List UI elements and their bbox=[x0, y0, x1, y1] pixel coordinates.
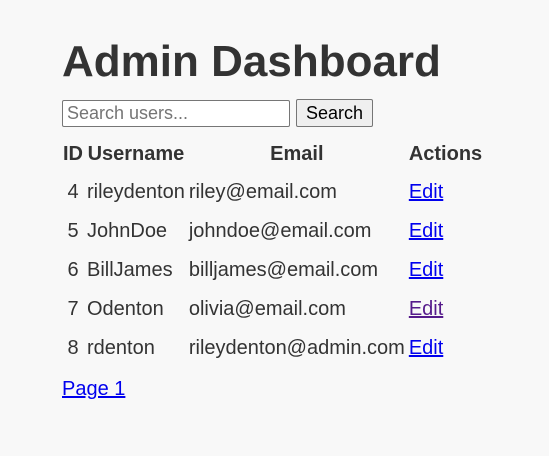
user-username: rdenton bbox=[87, 337, 155, 359]
user-actions: Edit bbox=[408, 174, 483, 211]
edit-user-link[interactable]: Edit bbox=[409, 337, 443, 359]
table-row: 7 Odenton olivia@email.com Edit bbox=[62, 291, 483, 328]
edit-user-link[interactable]: Edit bbox=[409, 181, 443, 203]
user-id: 8 bbox=[67, 337, 79, 359]
page-link[interactable]: Page 1 bbox=[62, 378, 125, 400]
user-id: 6 bbox=[67, 259, 79, 281]
user-email: rileydenton@admin.com bbox=[188, 337, 405, 359]
user-actions: Edit bbox=[408, 330, 483, 367]
column-header-email: Email bbox=[270, 143, 324, 165]
column-header-actions: Actions bbox=[408, 143, 483, 165]
column-header-username: Username bbox=[87, 143, 185, 165]
user-username: Odenton bbox=[87, 298, 164, 320]
table-row: 4 rileydenton riley@email.com Edit bbox=[62, 174, 483, 211]
user-id: 7 bbox=[67, 298, 79, 320]
user-username: BillJames bbox=[87, 259, 173, 281]
user-email: riley@email.com bbox=[188, 181, 337, 203]
user-email: olivia@email.com bbox=[188, 298, 346, 320]
dashboard-container: Admin Dashboard Search ID Username Email… bbox=[62, 38, 485, 401]
column-header-id: ID bbox=[63, 143, 83, 165]
search-bar: Search bbox=[62, 99, 485, 127]
user-actions: Edit bbox=[408, 291, 483, 328]
search-button[interactable]: Search bbox=[296, 99, 374, 127]
table-header-row: ID Username Email Actions bbox=[62, 137, 483, 172]
user-email: johndoe@email.com bbox=[188, 220, 372, 242]
table-row: 5 JohnDoe johndoe@email.com Edit bbox=[62, 213, 483, 250]
user-email: billjames@email.com bbox=[188, 259, 379, 281]
user-username: rileydenton bbox=[87, 181, 185, 203]
page-title: Admin Dashboard bbox=[62, 37, 441, 86]
user-id: 4 bbox=[67, 181, 79, 203]
user-actions: Edit bbox=[408, 213, 483, 250]
edit-user-link[interactable]: Edit bbox=[409, 259, 443, 281]
search-input[interactable] bbox=[62, 99, 290, 127]
edit-user-link[interactable]: Edit bbox=[409, 298, 443, 320]
table-row: 6 BillJames billjames@email.com Edit bbox=[62, 252, 483, 289]
edit-user-link[interactable]: Edit bbox=[409, 220, 443, 242]
users-table: ID Username Email Actions 4 rileydenton … bbox=[60, 135, 485, 369]
user-actions: Edit bbox=[408, 252, 483, 289]
table-row: 8 rdenton rileydenton@admin.com Edit bbox=[62, 330, 483, 367]
user-username: JohnDoe bbox=[87, 220, 168, 242]
user-id: 5 bbox=[67, 220, 79, 242]
pagination: Page 1 bbox=[62, 378, 485, 401]
